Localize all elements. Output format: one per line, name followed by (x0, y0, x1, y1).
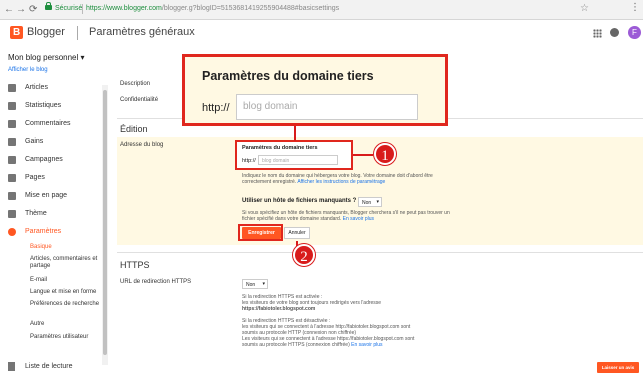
https-off-help-5: soumis au protocole HTTPS (connexion chi… (242, 342, 350, 348)
brand-name[interactable]: Blogger (27, 26, 65, 38)
https-redirect-select[interactable]: Non (242, 279, 268, 289)
settings-icon (8, 228, 16, 236)
forward-icon[interactable]: → (16, 3, 26, 16)
sidebar-item-label: Liste de lecture (25, 363, 73, 370)
setup-instructions-link[interactable]: Afficher les instructions de paramétrage (297, 179, 385, 185)
sidebar-item-label: Mise en page (25, 192, 68, 199)
domain-help-text: Indiquez le nom du domaine qui hébergera… (242, 173, 442, 185)
sidebar-item-earnings[interactable]: Gains (0, 134, 100, 152)
sidebar-sub-basic[interactable]: Basique (30, 244, 106, 251)
earnings-icon (8, 138, 16, 146)
secure-label: Sécurisé (55, 5, 83, 12)
sidebar-item-label: Paramètres (25, 228, 62, 235)
sidebar-item-campaigns[interactable]: Campagnes (0, 152, 100, 170)
sidebar-item-stats[interactable]: Statistiques (0, 98, 100, 116)
zoom-http-prefix: http:// (202, 102, 230, 114)
domain-input[interactable]: blog domain (258, 155, 338, 165)
https-redirect-value: Non (246, 282, 256, 288)
browser-toolbar: ← → ⟳ Sécurisé https://www.blogger.com/b… (0, 0, 643, 20)
sidebar-item-articles[interactable]: Articles (0, 80, 100, 98)
reading-list-icon (8, 362, 15, 371)
third-party-domain-title: Paramètres du domaine tiers (242, 145, 318, 151)
avatar[interactable]: F (628, 26, 641, 39)
divider (117, 252, 643, 253)
sidebar-item-reading-list[interactable]: Liste de lecture (0, 360, 100, 374)
cancel-button[interactable]: Annuler (284, 227, 310, 239)
sidebar-sub-language[interactable]: Langue et mise en forme (30, 289, 106, 296)
sidebar-item-label: Gains (25, 138, 44, 145)
missing-files-value: Non (362, 200, 372, 206)
pages-icon (8, 174, 16, 182)
sidebar-sub-posts-comments[interactable]: Articles, commentaires et partage (30, 256, 106, 270)
http-prefix: http:// (242, 158, 256, 164)
https-on-help-3: https://fabiotoler.blogspot.com (242, 306, 316, 312)
sidebar-item-label: Campagnes (25, 156, 63, 163)
sidebar-item-pages[interactable]: Pages (0, 170, 100, 188)
blog-selector[interactable]: Mon blog personnel ▾ (8, 53, 85, 62)
app-header: Blogger Paramètres généraux F (0, 20, 643, 46)
theme-icon (8, 210, 16, 218)
step-1-badge: 1 (374, 143, 396, 165)
sidebar-item-label: Pages (25, 174, 45, 181)
address-bar[interactable]: https://www.blogger.com/blogger.g?blogID… (86, 5, 339, 12)
notifications-icon[interactable] (610, 28, 619, 37)
sidebar-item-label: Commentaires (25, 120, 71, 127)
zoom-domain-input: blog domain (236, 94, 418, 120)
campaigns-icon (8, 156, 16, 164)
sidebar-scroll-thumb[interactable] (103, 90, 107, 355)
feedback-button[interactable]: Laisser un avis (597, 362, 639, 373)
sidebar-item-label: Thème (25, 210, 47, 217)
view-blog-link[interactable]: Afficher le blog (8, 67, 48, 73)
sidebar-item-label: Statistiques (25, 102, 62, 109)
blog-address-label: Adresse du blog (120, 142, 164, 148)
bookmark-star-icon[interactable]: ☆ (580, 3, 589, 14)
lock-icon (45, 2, 52, 10)
zoom-callout: Paramètres du domaine tiers http:// blog… (182, 54, 448, 126)
step-2-badge: 2 (293, 244, 315, 266)
privacy-label: Confidentialité (120, 97, 159, 103)
badge1-connector (353, 154, 373, 156)
sidebar-item-theme[interactable]: Thème (0, 206, 100, 224)
https-redirect-label: URL de redirection HTTPS (120, 279, 192, 285)
https-learn-more-link[interactable]: En savoir plus (351, 342, 382, 348)
screen: ← → ⟳ Sécurisé https://www.blogger.com/b… (0, 0, 643, 374)
sidebar-sub-email[interactable]: E-mail (30, 277, 106, 284)
url-path: /blogger.g?blogID=5153681419255904488#ba… (161, 5, 340, 12)
stats-icon (8, 102, 16, 110)
sidebar-sub-user-settings[interactable]: Paramètres utilisateur (30, 334, 106, 341)
https-section-title: HTTPS (120, 260, 150, 270)
back-icon[interactable]: ← (4, 3, 14, 16)
sidebar: Articles Statistiques Commentaires Gains… (0, 80, 108, 374)
description-label: Description (120, 81, 151, 87)
reload-icon[interactable]: ⟳ (29, 3, 37, 16)
blogger-logo-icon[interactable] (10, 26, 23, 39)
sidebar-sub-search-prefs[interactable]: Préférences de recherche (30, 301, 106, 308)
sidebar-sub-other[interactable]: Autre (30, 321, 106, 328)
sidebar-item-comments[interactable]: Commentaires (0, 116, 100, 134)
third-party-domain-box: Paramètres du domaine tiers http:// blog… (235, 140, 353, 170)
missing-files-select[interactable]: Non (358, 197, 382, 207)
url-host: https://www.blogger.com (86, 5, 162, 12)
articles-icon (8, 84, 16, 92)
comments-icon (8, 120, 16, 128)
callout-connector (294, 126, 296, 141)
apps-grid-icon[interactable] (593, 29, 602, 38)
https-off-help-5-row: soumis au protocole HTTPS (connexion chi… (242, 342, 383, 348)
url-divider (82, 4, 83, 14)
sidebar-item-layout[interactable]: Mise en page (0, 188, 100, 206)
missing-files-label: Utiliser un hôte de fichiers manquants ? (242, 198, 357, 204)
save-highlight (238, 224, 283, 241)
browser-menu-icon[interactable]: ⋮ (630, 2, 640, 13)
edition-section-title: Édition (120, 124, 148, 134)
missing-files-help: Si vous spécifiez un hôte de fichiers ma… (242, 210, 452, 222)
sidebar-item-settings[interactable]: Paramètres (0, 224, 100, 242)
zoom-callout-title: Paramètres du domaine tiers (202, 69, 374, 83)
page-title: Paramètres généraux (89, 26, 195, 38)
layout-icon (8, 192, 16, 200)
header-divider (77, 26, 78, 40)
sidebar-item-label: Articles (25, 84, 48, 91)
learn-more-link[interactable]: En savoir plus (343, 216, 374, 222)
